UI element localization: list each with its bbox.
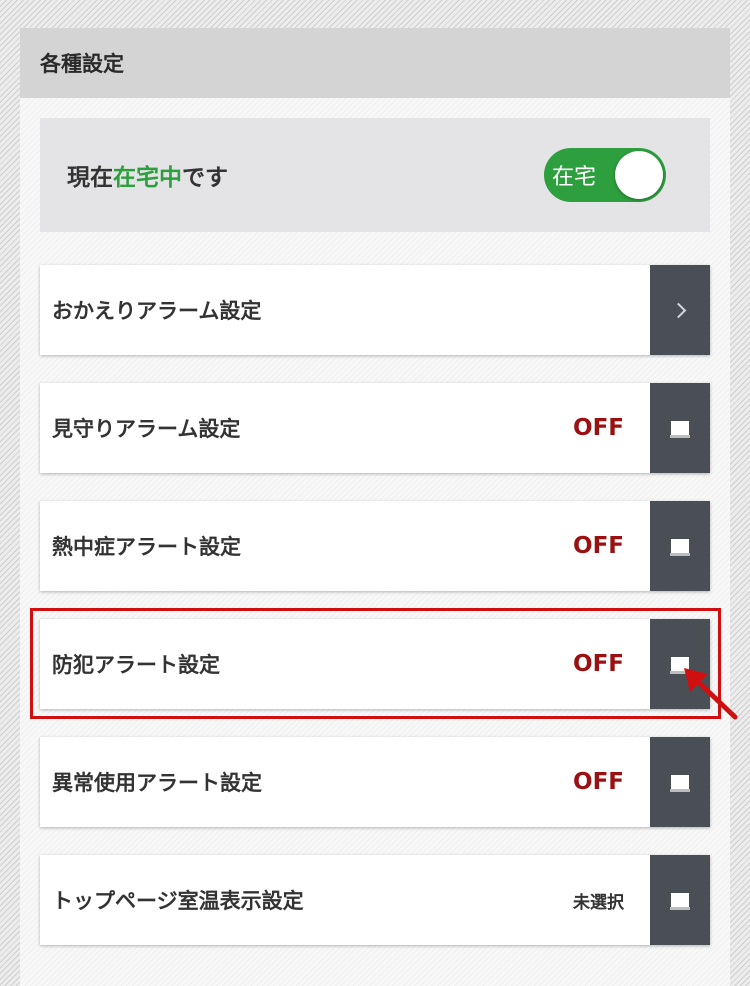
status-suffix: です <box>182 165 228 191</box>
setting-value: 未選択 <box>573 892 624 913</box>
panel-title: 各種設定 <box>20 28 730 98</box>
chevron-right-icon <box>670 302 686 318</box>
setting-row-heatstroke-alert[interactable]: 熱中症アラート設定 OFF <box>40 501 710 591</box>
setting-row-welcome-alarm[interactable]: おかえりアラーム設定 <box>40 265 710 355</box>
edit-button[interactable] <box>650 501 710 591</box>
edit-button[interactable] <box>650 855 710 945</box>
setting-label: おかえりアラーム設定 <box>52 299 262 323</box>
edit-icon <box>670 421 690 438</box>
setting-value: OFF <box>573 769 624 795</box>
setting-row-abnormal-use-alert[interactable]: 異常使用アラート設定 OFF <box>40 737 710 827</box>
edit-button[interactable] <box>650 383 710 473</box>
setting-label: 異常使用アラート設定 <box>52 771 262 795</box>
edit-button[interactable] <box>650 737 710 827</box>
home-toggle[interactable]: 在宅 <box>544 148 666 202</box>
edit-icon <box>670 539 690 556</box>
highlight-box <box>30 608 721 719</box>
setting-label: 見守りアラーム設定 <box>52 417 241 441</box>
open-button[interactable] <box>650 265 710 355</box>
pointer-arrow-icon <box>684 668 738 720</box>
edit-icon <box>670 775 690 792</box>
toggle-knob <box>615 151 663 199</box>
setting-label: 熱中症アラート設定 <box>52 535 241 559</box>
setting-label: トップページ室温表示設定 <box>52 889 304 913</box>
setting-row-watch-alarm[interactable]: 見守りアラーム設定 OFF <box>40 383 710 473</box>
status-highlight: 在宅中 <box>113 165 182 191</box>
home-status-box: 現在 在宅中 です 在宅 <box>40 118 710 232</box>
toggle-label: 在宅 <box>552 165 597 190</box>
edit-icon <box>670 893 690 910</box>
setting-value: OFF <box>573 415 624 441</box>
setting-row-top-page-temperature[interactable]: トップページ室温表示設定 未選択 <box>40 855 710 945</box>
settings-panel: 各種設定 現在 在宅中 です 在宅 おかえりアラーム設定 見守りアラーム設定 OFF… <box>20 28 730 986</box>
setting-value: OFF <box>573 533 624 559</box>
status-prefix: 現在 <box>67 165 113 191</box>
